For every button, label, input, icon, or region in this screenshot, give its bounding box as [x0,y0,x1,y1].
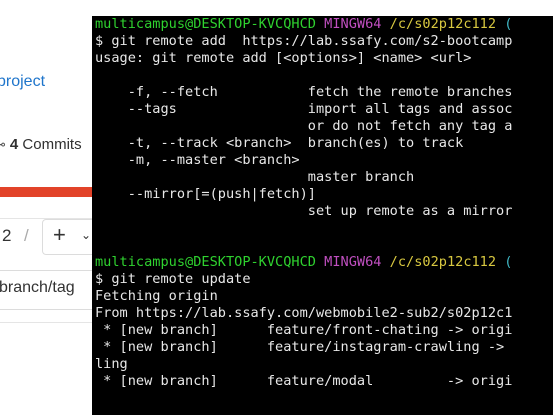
terminal-line: * [new branch] feature/instagram-crawlin… [95,339,505,355]
toolbar-row: 2 / + ⌄ [0,218,104,255]
prompt-user: multicampus@DESKTOP-KVCQHCD [95,16,316,32]
breadcrumb-separator: / [24,226,29,245]
prompt-path: /c/s02p12c112 [389,254,497,270]
terminal-line: * [new branch] feature/front-chating -> … [95,322,513,338]
terminal-line: -t, --track <branch> branch(es) to track [95,135,464,151]
terminal-prompt-line: multicampus@DESKTOP-KVCQHCD MINGW64 /c/s… [95,254,512,271]
branch-tag-selector[interactable]: branch/tag [0,270,98,310]
branch-tag-label: branch/tag [0,279,75,296]
prompt-branch: ( [504,254,513,270]
terminal-line: or do not fetch any tag a [95,118,513,134]
commits-link[interactable]: ⊸ 4 Commits [0,136,82,153]
terminal-line: set up remote as a mirror [95,203,513,219]
terminal-line: * [new branch] feature/modal -> origi [95,373,513,389]
chevron-down-icon: ⌄ [81,228,92,242]
terminal-output: multicampus@DESKTOP-KVCQHCD MINGW64 /c/s… [95,16,512,415]
prompt-path: /c/s02p12c112 [389,16,497,32]
commit-icon: ⊸ [0,136,6,153]
terminal-line: -f, --fetch fetch the remote branches [95,84,513,100]
terminal-line: Fetching origin [95,288,218,304]
terminal-line: usage: git remote add [<options>] <name>… [95,50,472,66]
commits-label: Commits [22,136,82,153]
branch-counter: 2 [2,226,12,245]
project-link[interactable]: project [0,73,45,91]
prompt-env: MINGW64 [324,16,382,32]
divider [0,322,100,323]
terminal-line: ling [95,356,128,372]
terminal-line: From https://lab.ssafy.com/webmobile2-su… [95,305,513,321]
accent-bar [0,187,100,197]
prompt-env: MINGW64 [324,254,382,270]
terminal-line: master branch [95,169,415,185]
terminal-prompt-line: multicampus@DESKTOP-KVCQHCD MINGW64 /c/s… [95,16,512,33]
terminal-line: $ git remote add https://lab.ssafy.com/s… [95,33,513,49]
terminal-line: $ git remote update [95,271,251,287]
terminal-line: --mirror[=(push|fetch)] [95,186,316,202]
terminal-window[interactable]: multicampus@DESKTOP-KVCQHCD MINGW64 /c/s… [92,16,553,415]
prompt-branch: ( [504,16,513,32]
terminal-line: -m, --master <branch> [95,152,300,168]
commits-count: 4 [9,136,19,153]
plus-icon: + [53,222,66,247]
prompt-user: multicampus@DESKTOP-KVCQHCD [95,254,316,270]
terminal-line: --tags import all tags and assoc [95,101,513,117]
